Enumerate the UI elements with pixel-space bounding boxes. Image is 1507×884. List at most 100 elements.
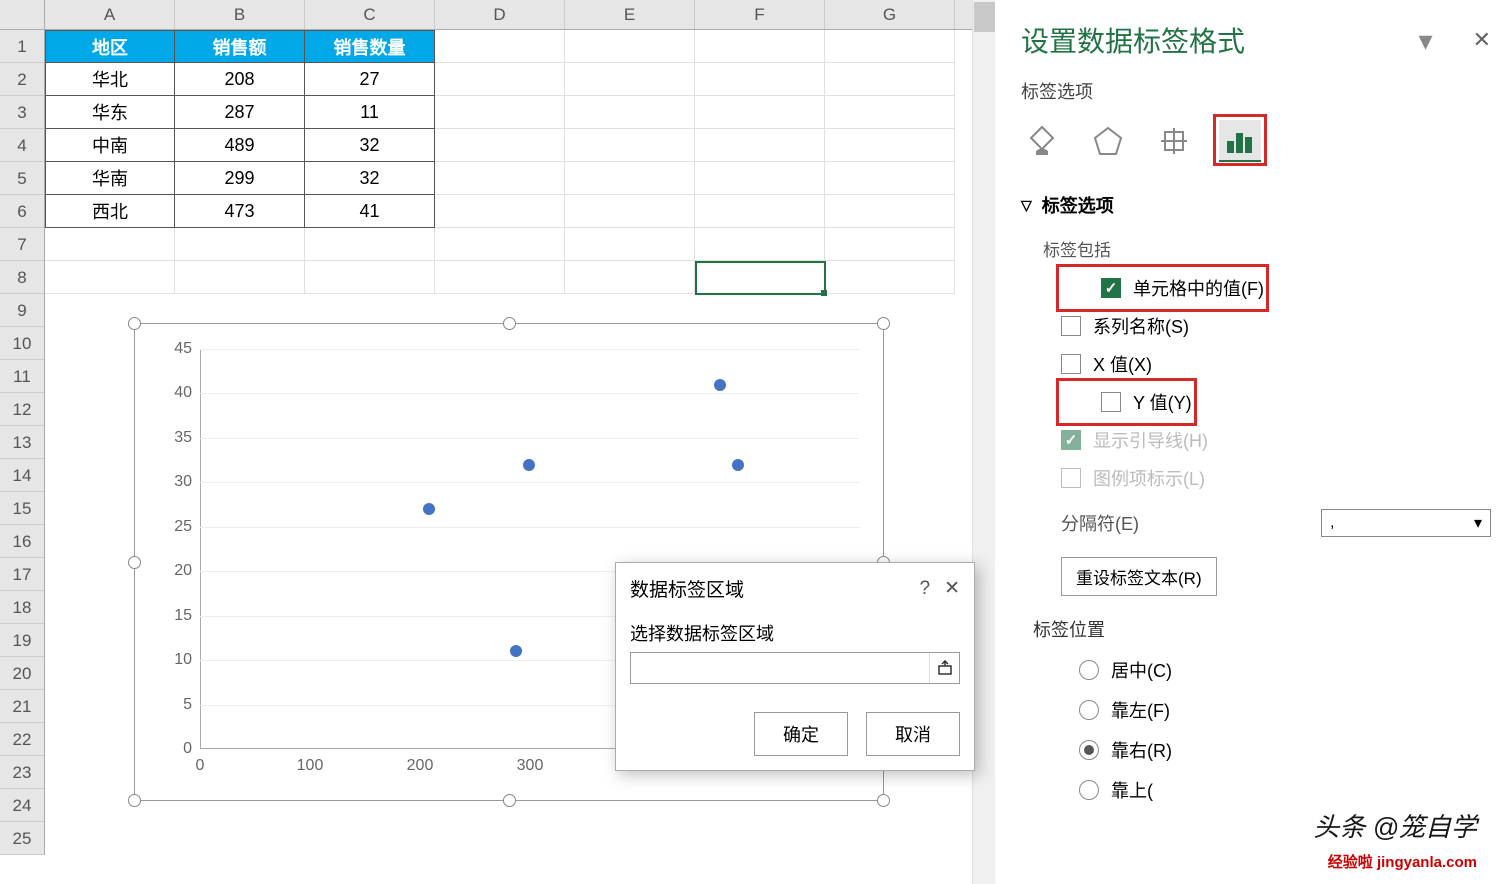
cell[interactable] (435, 195, 565, 228)
select-all-corner[interactable] (0, 0, 45, 29)
radio-left[interactable]: 靠左(F) (1021, 690, 1491, 730)
cell[interactable] (565, 162, 695, 195)
row-header[interactable]: 20 (0, 657, 44, 690)
cell[interactable] (565, 96, 695, 129)
cell[interactable]: 销售额 (175, 30, 305, 63)
checkbox-cell-value[interactable]: 单元格中的值(F) (1061, 269, 1264, 307)
row-header[interactable]: 1 (0, 30, 44, 63)
cell[interactable] (695, 162, 825, 195)
data-point[interactable] (510, 645, 522, 657)
col-header[interactable]: F (695, 0, 825, 29)
fill-line-icon[interactable] (1021, 120, 1063, 162)
cell[interactable] (435, 63, 565, 96)
row-header[interactable]: 21 (0, 690, 44, 723)
ok-button[interactable]: 确定 (754, 712, 848, 756)
resize-handle[interactable] (503, 317, 516, 330)
resize-handle[interactable] (128, 556, 141, 569)
cell[interactable] (435, 96, 565, 129)
checkbox-icon[interactable] (1061, 354, 1081, 374)
cell[interactable]: 中南 (45, 129, 175, 162)
checkbox-y-value[interactable]: Y 值(Y) (1061, 383, 1192, 421)
cell[interactable] (435, 30, 565, 63)
cell[interactable] (695, 228, 825, 261)
cell[interactable]: 41 (305, 195, 435, 228)
cell[interactable] (695, 261, 825, 294)
row-header[interactable]: 24 (0, 789, 44, 822)
col-header[interactable]: E (565, 0, 695, 29)
cell[interactable] (565, 63, 695, 96)
cell[interactable]: 299 (175, 162, 305, 195)
cell[interactable] (175, 228, 305, 261)
effects-icon[interactable] (1087, 120, 1129, 162)
cell[interactable] (825, 63, 955, 96)
data-point[interactable] (523, 459, 535, 471)
close-icon[interactable]: ✕ (944, 577, 960, 600)
cell[interactable] (435, 261, 565, 294)
help-icon[interactable]: ? (920, 578, 931, 600)
cell[interactable]: 489 (175, 129, 305, 162)
row-header[interactable]: 17 (0, 558, 44, 591)
checkbox-series-name[interactable]: 系列名称(S) (1021, 307, 1491, 345)
col-header[interactable]: B (175, 0, 305, 29)
cell[interactable]: 208 (175, 63, 305, 96)
row-header[interactable]: 2 (0, 63, 44, 96)
cell[interactable] (565, 261, 695, 294)
radio-icon[interactable] (1079, 660, 1099, 680)
dropdown-icon[interactable]: ▾ (1419, 24, 1433, 57)
row-header[interactable]: 8 (0, 261, 44, 294)
resize-handle[interactable] (877, 794, 890, 807)
cell[interactable] (565, 129, 695, 162)
checkbox-icon[interactable] (1101, 278, 1121, 298)
cell[interactable] (305, 261, 435, 294)
col-header[interactable]: A (45, 0, 175, 29)
col-header[interactable]: D (435, 0, 565, 29)
cell[interactable] (175, 261, 305, 294)
radio-right[interactable]: 靠右(R) (1021, 730, 1491, 770)
cell[interactable]: 32 (305, 162, 435, 195)
cell[interactable] (825, 261, 955, 294)
cell[interactable] (435, 162, 565, 195)
row-header[interactable]: 23 (0, 756, 44, 789)
row-header[interactable]: 10 (0, 327, 44, 360)
cell[interactable] (695, 129, 825, 162)
cell[interactable] (695, 30, 825, 63)
row-header[interactable]: 15 (0, 492, 44, 525)
resize-handle[interactable] (128, 317, 141, 330)
cell[interactable]: 西北 (45, 195, 175, 228)
checkbox-x-value[interactable]: X 值(X) (1021, 345, 1491, 383)
col-header[interactable]: C (305, 0, 435, 29)
resize-handle[interactable] (128, 794, 141, 807)
label-options-icon[interactable] (1219, 120, 1261, 162)
cell[interactable] (695, 63, 825, 96)
row-header[interactable]: 11 (0, 360, 44, 393)
cell[interactable]: 销售数量 (305, 30, 435, 63)
checkbox-icon[interactable] (1061, 316, 1081, 336)
cell[interactable] (825, 96, 955, 129)
label-options-section[interactable]: ▽ 标签选项 (1021, 192, 1491, 218)
row-header[interactable]: 4 (0, 129, 44, 162)
row-header[interactable]: 18 (0, 591, 44, 624)
radio-center[interactable]: 居中(C) (1021, 650, 1491, 690)
radio-icon[interactable] (1079, 700, 1099, 720)
row-header[interactable]: 14 (0, 459, 44, 492)
row-header[interactable]: 5 (0, 162, 44, 195)
row-header[interactable]: 13 (0, 426, 44, 459)
cell[interactable]: 11 (305, 96, 435, 129)
close-icon[interactable]: ✕ (1473, 27, 1491, 53)
cell[interactable]: 地区 (45, 30, 175, 63)
row-header[interactable]: 3 (0, 96, 44, 129)
data-point[interactable] (732, 459, 744, 471)
range-input[interactable] (631, 653, 929, 683)
row-header[interactable]: 16 (0, 525, 44, 558)
cell[interactable] (435, 228, 565, 261)
cancel-button[interactable]: 取消 (866, 712, 960, 756)
cell[interactable] (825, 129, 955, 162)
row-header[interactable]: 9 (0, 294, 44, 327)
cell[interactable] (825, 228, 955, 261)
data-point[interactable] (423, 503, 435, 515)
cell[interactable] (825, 30, 955, 63)
separator-select[interactable]: , ▾ (1321, 509, 1491, 537)
cell[interactable] (565, 195, 695, 228)
range-picker-icon[interactable] (929, 653, 959, 683)
resize-handle[interactable] (503, 794, 516, 807)
